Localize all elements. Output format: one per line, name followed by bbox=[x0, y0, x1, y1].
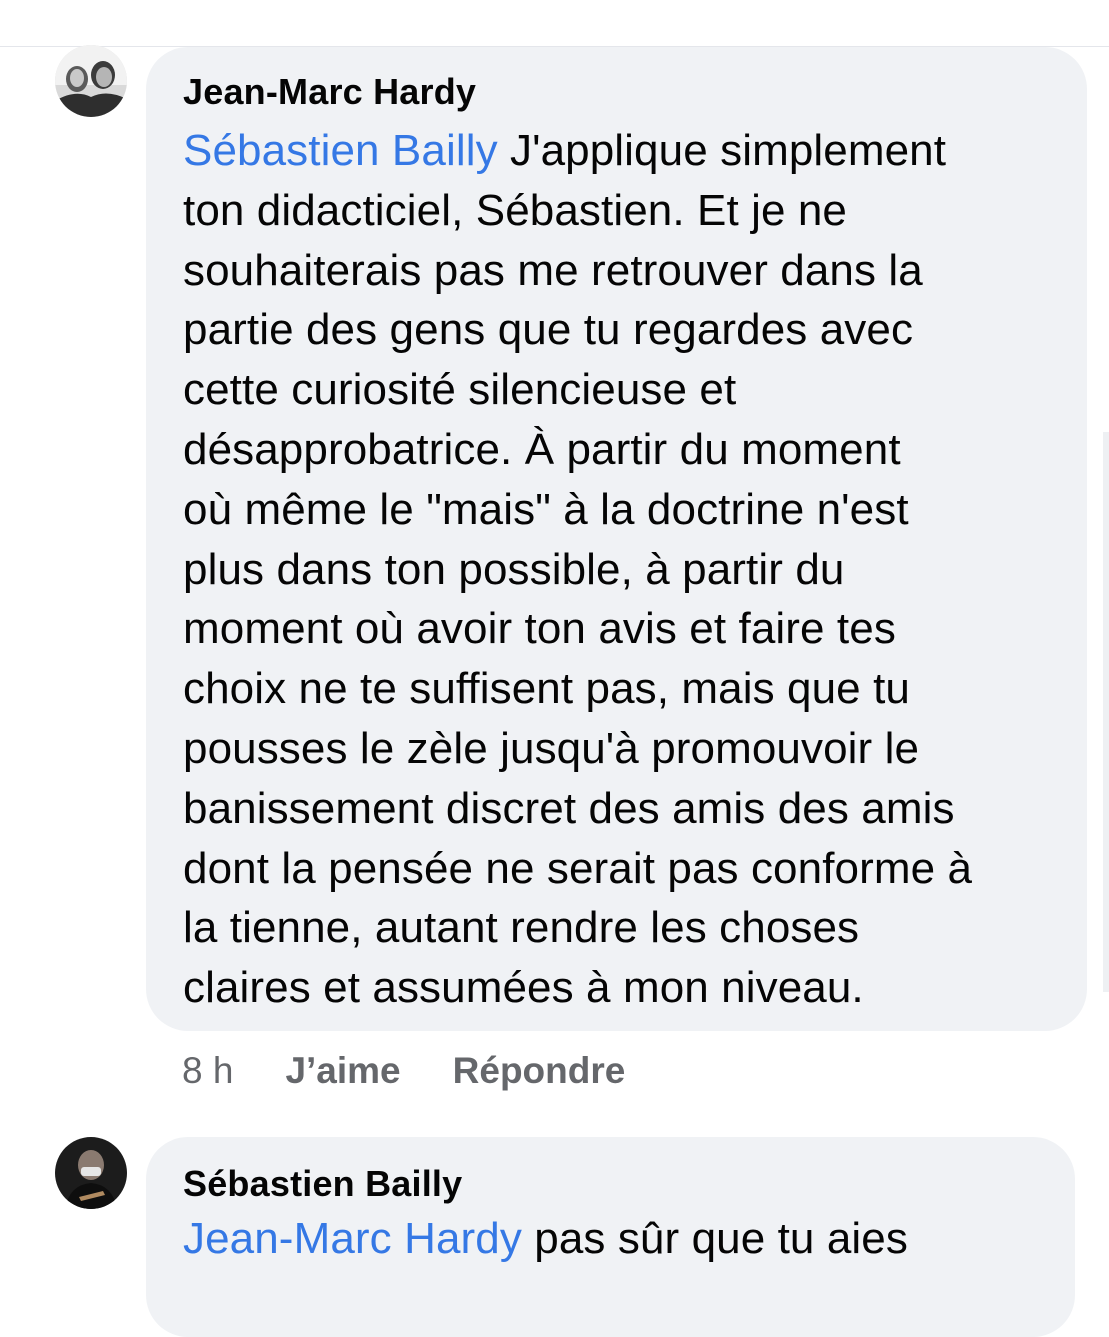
mention-link[interactable]: Jean-Marc Hardy bbox=[183, 1214, 522, 1263]
avatar[interactable] bbox=[55, 1137, 127, 1209]
comment-timestamp[interactable]: 8 h bbox=[182, 1050, 233, 1092]
user-photo-avatar-icon bbox=[55, 45, 127, 117]
comment-line: dont la pensée ne serait pas conforme à bbox=[183, 843, 973, 893]
comment-line: claires et assumées à mon niveau. bbox=[183, 963, 864, 1013]
comment-line: souhaiterais pas me retrouver dans la bbox=[183, 245, 923, 295]
avatar[interactable] bbox=[55, 45, 127, 117]
comment-line: plus dans ton possible, à partir du bbox=[183, 544, 845, 594]
scrollbar[interactable] bbox=[1103, 432, 1109, 992]
comment-line: ton didacticiel, Sébastien. Et je ne bbox=[183, 185, 848, 235]
comment-line: Sébastien Bailly J'applique simplement bbox=[183, 121, 1057, 181]
comment-line: banissement discret des amis des amis bbox=[183, 783, 955, 833]
comment-bubble: Sébastien Bailly Jean-Marc Hardy pas sûr… bbox=[146, 1137, 1075, 1337]
like-button[interactable]: J’aime bbox=[285, 1050, 400, 1092]
comment-line: partie des gens que tu regardes avec bbox=[183, 305, 914, 355]
comment-line: pousses le zèle jusqu'à promouvoir le bbox=[183, 723, 920, 773]
comment-line: Jean-Marc Hardy pas sûr que tu aies bbox=[183, 1209, 1045, 1269]
comment-actions: 8 h J’aime Répondre bbox=[182, 1046, 677, 1096]
comment-line: cette curiosité silencieuse et bbox=[183, 365, 737, 415]
comment-line: où même le "mais" à la doctrine n'est bbox=[183, 484, 909, 534]
comment-line: choix ne te suffisent pas, mais que tu bbox=[183, 664, 910, 714]
comment-author[interactable]: Jean-Marc Hardy bbox=[183, 67, 1057, 117]
mention-link[interactable]: Sébastien Bailly bbox=[183, 126, 498, 175]
comment-author[interactable]: Sébastien Bailly bbox=[183, 1159, 1045, 1209]
comment-line: la tienne, autant rendre les choses bbox=[183, 903, 860, 953]
reply-button[interactable]: Répondre bbox=[453, 1050, 626, 1092]
comment-line: désapprobatrice. À partir du moment bbox=[183, 424, 901, 474]
comment-text: Sébastien Bailly J'applique simplement t… bbox=[183, 121, 1057, 1018]
user-photo-avatar-icon bbox=[55, 1137, 127, 1209]
comment-line-text: J'applique simplement bbox=[497, 126, 947, 175]
comment-text: Jean-Marc Hardy pas sûr que tu aies bbox=[183, 1209, 1045, 1269]
comment-bubble: Jean-Marc Hardy Sébastien Bailly J'appli… bbox=[146, 47, 1087, 1031]
comment-line: moment où avoir ton avis et faire tes bbox=[183, 604, 896, 654]
comment-line-text: pas sûr que tu aies bbox=[521, 1214, 908, 1263]
